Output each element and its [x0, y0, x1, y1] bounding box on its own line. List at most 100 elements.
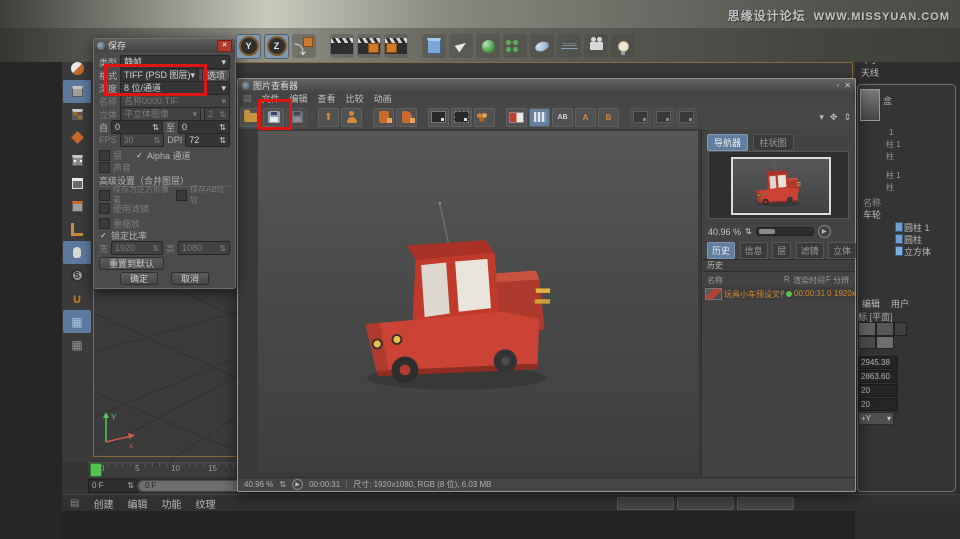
rescale-checkbox[interactable] — [99, 217, 110, 229]
compare-blend-button[interactable] — [474, 107, 495, 127]
options-button[interactable]: 选项 — [201, 68, 230, 82]
axis-z-button[interactable]: Z — [264, 33, 289, 59]
bottom-panel-button[interactable] — [617, 497, 674, 510]
points-mode-button[interactable] — [63, 149, 91, 172]
layer-a-button[interactable] — [373, 107, 394, 127]
spinner-icon[interactable]: ⇅ — [127, 480, 134, 492]
material-preview-thumb[interactable] — [860, 89, 880, 121]
coord-y-field[interactable]: 2863.60 — [858, 370, 898, 383]
axis-dropdown[interactable]: +Y ▾ — [858, 412, 894, 425]
render-picture-viewer-button[interactable] — [357, 34, 381, 58]
to-field[interactable]: 0 ⇅ — [178, 120, 230, 134]
navigator-preview[interactable] — [708, 151, 849, 219]
magnet-snap-button[interactable]: ∪ — [63, 287, 91, 310]
set-a-button[interactable]: A — [575, 107, 596, 127]
attr-menu-user[interactable]: 用户 — [891, 297, 909, 310]
size-field[interactable]: 20 — [858, 384, 898, 397]
nav-prev-button[interactable] — [630, 107, 651, 127]
color-swatch[interactable] — [858, 322, 876, 336]
menu-create[interactable]: 创建 — [93, 496, 113, 511]
axis-y-button[interactable]: Y — [236, 33, 261, 59]
height-field[interactable]: 1080 ⇅ — [178, 241, 230, 255]
close-icon[interactable]: ✕ — [217, 39, 232, 52]
frame-slider-handle[interactable]: 0 F — [139, 481, 249, 491]
alpha-checkbox[interactable]: ✓ — [135, 151, 144, 160]
menu-animation[interactable]: 动画 — [374, 92, 392, 105]
ab-compare-checkbox[interactable] — [176, 189, 187, 201]
subdivision-surface-button[interactable] — [476, 34, 500, 58]
close-icon[interactable]: ✕ — [844, 81, 851, 90]
col-name[interactable]: 名称 — [707, 275, 723, 286]
ab-swap-button[interactable]: AB — [552, 107, 573, 127]
menu-file[interactable]: 文件 — [262, 92, 280, 105]
color-swatch[interactable] — [876, 336, 894, 349]
square-pixel-checkbox[interactable] — [99, 189, 110, 201]
color-swatch[interactable] — [858, 336, 876, 349]
add-cube-button[interactable] — [422, 34, 446, 58]
zoom-slider[interactable] — [755, 227, 814, 236]
size-field[interactable]: 20 — [858, 398, 898, 411]
ok-button[interactable]: 确定 — [119, 271, 158, 285]
menu-grid-icon[interactable]: ▤ — [243, 93, 252, 104]
dock-icon[interactable]: ⇕ — [843, 112, 851, 123]
cancel-button[interactable]: 取消 — [171, 271, 210, 285]
spinner-icon[interactable]: ⇅ — [279, 480, 286, 489]
sound-checkbox[interactable] — [99, 161, 110, 173]
menu-view[interactable]: 查看 — [318, 92, 336, 105]
stereo-count-field[interactable]: 2 ⇅ — [204, 107, 230, 121]
set-b-button[interactable]: B — [598, 107, 619, 127]
coord-x-field[interactable]: 2945.38 — [858, 356, 898, 369]
bottom-panel-button[interactable] — [737, 497, 794, 510]
tab-history[interactable]: 历史 — [707, 242, 736, 259]
user-view-button[interactable] — [341, 107, 362, 127]
compare-off-button[interactable] — [428, 107, 449, 127]
open-file-button[interactable] — [240, 107, 261, 127]
render-view-button[interactable] — [330, 34, 354, 58]
save-dialog-titlebar[interactable]: 保存 ✕ — [94, 39, 235, 52]
render-settings-button[interactable] — [384, 34, 408, 58]
minimize-icon[interactable]: ▫ — [836, 81, 839, 90]
axis-mode-button[interactable] — [63, 218, 91, 241]
col-f[interactable]: F — [826, 275, 831, 284]
col-r[interactable]: R — [784, 275, 790, 284]
floor-button[interactable] — [557, 34, 581, 58]
soft-selection-button[interactable] — [63, 241, 91, 264]
layer-b-button[interactable] — [396, 107, 417, 127]
ab-compare-button[interactable] — [506, 107, 527, 127]
nav-next-button[interactable] — [676, 107, 697, 127]
attr-menu-edit[interactable]: 编辑 — [862, 297, 880, 310]
depth-dropdown[interactable]: 8 位/通道 ▾ — [120, 81, 230, 95]
spinner-icon[interactable]: ⇅ — [745, 227, 752, 236]
tab-filter[interactable]: 滤镜 — [795, 242, 824, 259]
tab-navigator[interactable]: 导航器 — [707, 134, 749, 151]
snap-button[interactable]: S — [63, 264, 91, 287]
camera-button[interactable] — [584, 34, 608, 58]
stereo-dropdown[interactable]: 平立体图像 ▾ — [120, 107, 201, 121]
menu-edit[interactable]: 编辑 — [127, 496, 147, 511]
name-dropdown[interactable]: 名称0000.TIF ▾ — [120, 94, 230, 108]
workplane-lock-button[interactable]: ▦ — [63, 310, 91, 333]
tree-item-wheel[interactable]: 车轮 — [863, 208, 881, 221]
menu-function[interactable]: 功能 — [161, 496, 181, 511]
grid-compare-button[interactable] — [529, 107, 550, 127]
planar-workplane-button[interactable]: ▦ — [63, 333, 91, 356]
type-dropdown[interactable]: 静帧 ▾ — [120, 55, 230, 69]
from-field[interactable]: 0 ⇅ — [111, 120, 163, 134]
coordinate-system-button[interactable] — [292, 34, 316, 58]
picture-viewer-titlebar[interactable]: 图片查看器 ▫ ✕ — [238, 79, 855, 92]
menu-grid-icon[interactable]: ▤ — [70, 498, 79, 509]
save-image-button[interactable] — [263, 107, 284, 127]
compare-split-button[interactable] — [451, 107, 472, 127]
tab-histogram[interactable]: 柱状图 — [752, 134, 794, 151]
menu-edit[interactable]: 编辑 — [290, 92, 308, 105]
current-frame-field[interactable]: 0 F ⇅ — [88, 479, 138, 493]
tab-info[interactable]: 信息 — [739, 242, 768, 259]
reset-default-button[interactable]: 重置到默认 — [99, 256, 165, 270]
chevron-down-icon[interactable]: ▾ — [819, 112, 824, 123]
spline-pen-button[interactable] — [449, 34, 473, 58]
dpi-field[interactable]: 72 ⇅ — [185, 133, 230, 147]
nav-stop-button[interactable] — [653, 107, 674, 127]
lock-ratio-checkbox[interactable]: ✓ — [99, 231, 108, 240]
model-mode-button[interactable] — [63, 80, 91, 103]
save-as-button[interactable] — [286, 107, 307, 127]
